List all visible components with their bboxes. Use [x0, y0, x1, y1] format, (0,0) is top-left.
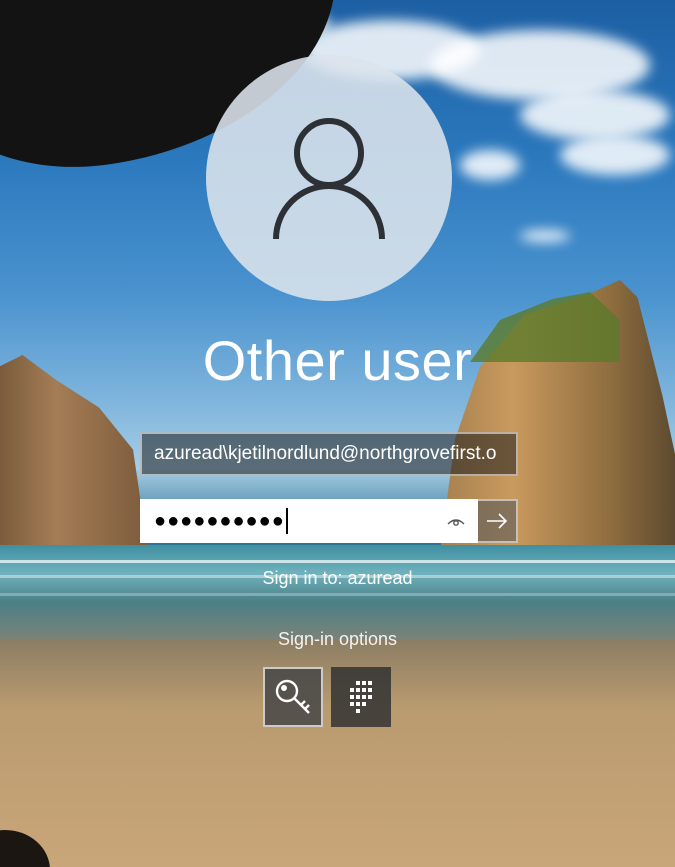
- page-title: Other user: [202, 329, 473, 392]
- submit-button[interactable]: [478, 499, 518, 543]
- text-caret: [285, 508, 288, 534]
- eye-icon[interactable]: [446, 512, 466, 532]
- user-icon: [273, 118, 385, 240]
- sign-in-domain-label: Sign in to: azuread: [262, 568, 413, 588]
- password-field[interactable]: ●●●●●●●●●●: [140, 499, 478, 543]
- pin-keypad-icon: [350, 681, 372, 713]
- password-row: ●●●●●●●●●●: [140, 499, 518, 543]
- username-field[interactable]: azuread\kjetilnordlund@northgrovefirst.o: [140, 432, 518, 476]
- password-mask: ●●●●●●●●●●: [154, 509, 285, 532]
- sign-in-options-link[interactable]: Sign-in options: [0, 629, 675, 650]
- password-option-button[interactable]: [263, 667, 323, 727]
- key-icon: [275, 679, 310, 714]
- arrow-right-icon: [487, 513, 508, 529]
- user-avatar: [206, 55, 452, 301]
- pin-option-button[interactable]: [331, 667, 391, 727]
